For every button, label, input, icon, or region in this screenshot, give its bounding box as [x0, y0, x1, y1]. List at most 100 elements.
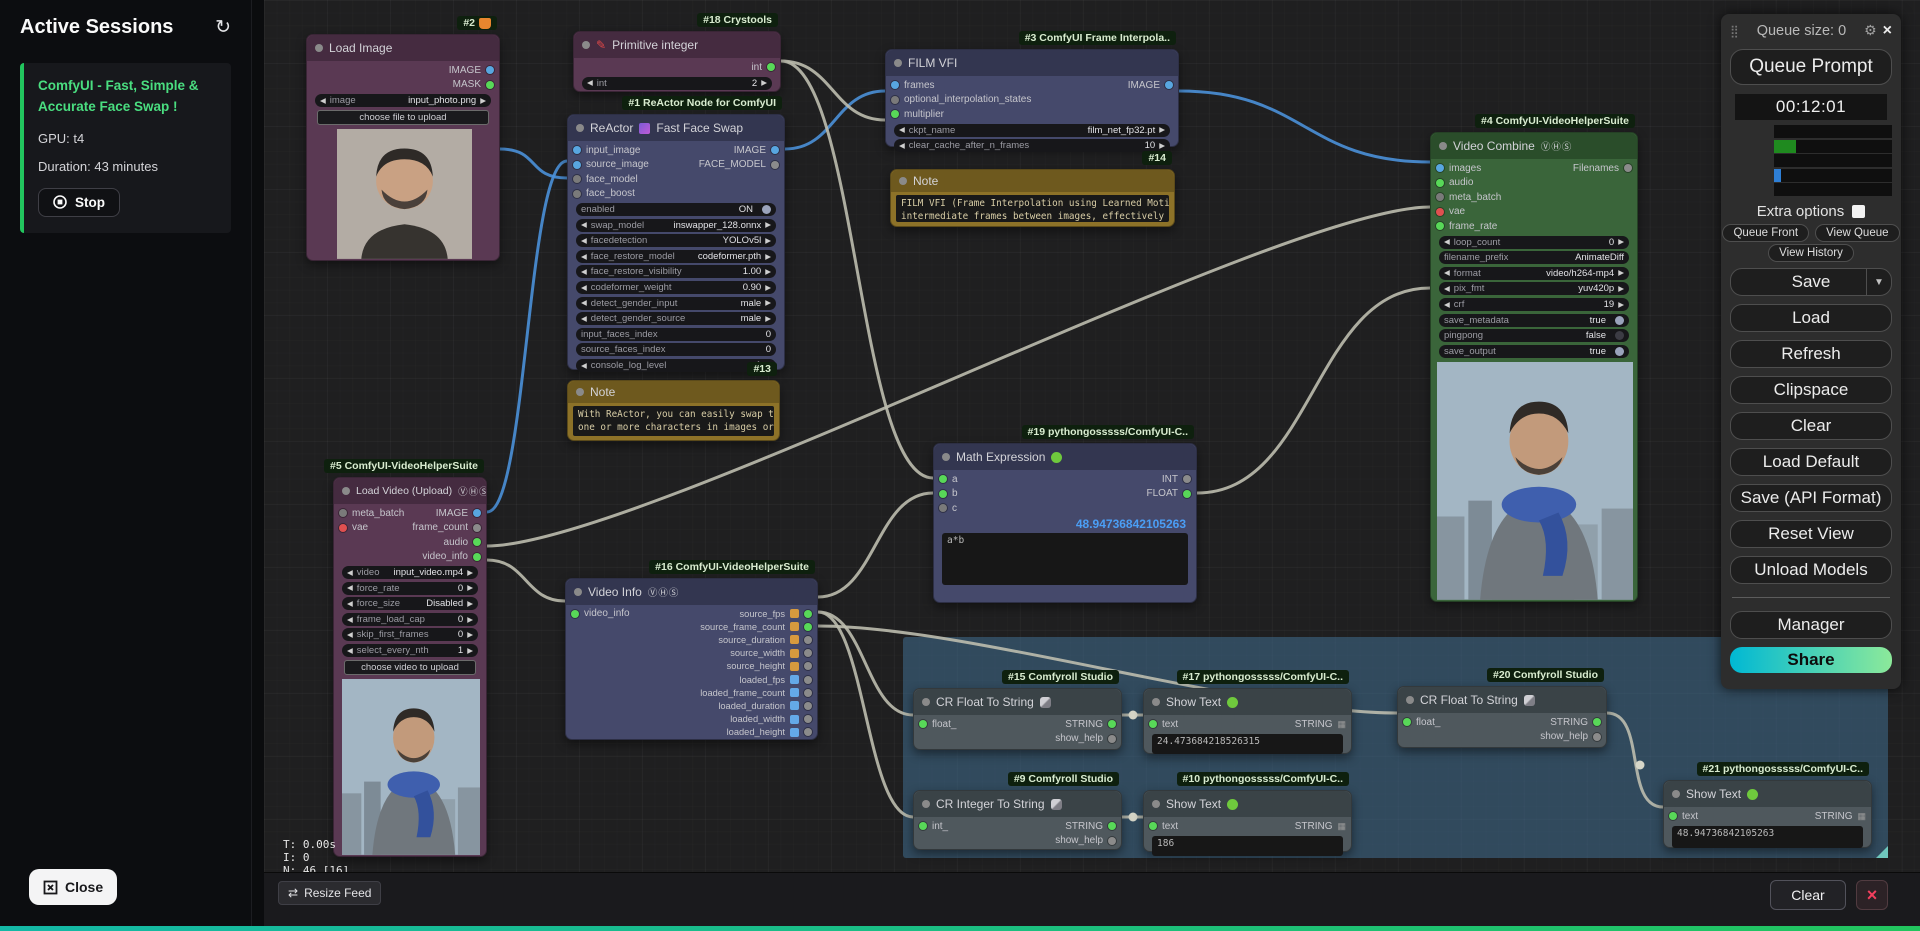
widget-force_size[interactable]: ◀ force_size Disabled ▶ — [342, 597, 478, 611]
input-port-source_image[interactable]: source_image — [573, 158, 649, 173]
input-port-meta_batch[interactable]: meta_batch — [1436, 190, 1501, 205]
widget-int[interactable]: ◀ int 2 ▶ — [582, 76, 772, 90]
input-port-frame_rate[interactable]: frame_rate — [1436, 219, 1497, 234]
node-title-bar[interactable]: Video Info ⓋⒽⓈ — [566, 579, 817, 605]
node-title-bar[interactable]: CR Integer To String — [914, 791, 1121, 817]
widget-source_faces_index[interactable]: source_faces_index 0 — [576, 343, 776, 357]
collapse-dot[interactable] — [899, 177, 907, 185]
output-port-STRING[interactable]: STRING ▦ — [1295, 717, 1346, 732]
widget-detect_gender_source[interactable]: ◀ detect_gender_source male ▶ — [576, 312, 776, 326]
output-port-IMAGE[interactable]: IMAGE — [1128, 78, 1173, 93]
output-port-STRING[interactable]: STRING ▦ — [1815, 809, 1866, 824]
menu-action-refresh[interactable]: Refresh — [1730, 340, 1892, 368]
collapse-dot[interactable] — [1152, 698, 1160, 706]
collapse-dot[interactable] — [342, 487, 350, 495]
right-arrow-icon[interactable]: ▶ — [1618, 285, 1624, 293]
toggle-dot[interactable] — [1615, 331, 1624, 341]
node-title-bar[interactable]: CR Float To String — [1398, 687, 1606, 713]
output-port-IMAGE[interactable]: IMAGE — [436, 506, 481, 521]
left-arrow-icon[interactable]: ◀ — [320, 97, 326, 105]
widget-face_restore_visibility[interactable]: ◀ face_restore_visibility 1.00 ▶ — [576, 265, 776, 279]
input-port-multiplier[interactable]: multiplier — [891, 107, 944, 122]
output-port-source_fps[interactable]: source_fps — [740, 607, 812, 620]
right-arrow-icon[interactable]: ▶ — [467, 569, 473, 577]
input-port-vae[interactable]: vae — [339, 521, 368, 536]
note-text[interactable]: With ReActor, you can easily swap the fa… — [573, 406, 774, 436]
node-title-bar[interactable]: CR Float To String — [914, 689, 1121, 715]
output-port-Filenames[interactable]: Filenames — [1573, 161, 1632, 176]
node-title-bar[interactable]: Show Text — [1664, 781, 1871, 807]
node-video-info[interactable]: #16 ComfyUI-VideoHelperSuite Video Info ⓋⒽ… — [565, 560, 818, 740]
widget-textarea[interactable]: a*b — [942, 532, 1188, 585]
left-arrow-icon[interactable]: ◀ — [581, 315, 587, 323]
widget-button-choose-file-to-upload[interactable]: choose file to upload — [317, 109, 489, 125]
input-port-images[interactable]: images — [1436, 161, 1481, 176]
menu-action-reset-view[interactable]: Reset View — [1730, 520, 1892, 548]
output-port-show_help[interactable]: show_help — [1540, 730, 1601, 745]
widget-swap_model[interactable]: ◀ swap_model inswapper_128.onnx ▶ — [576, 218, 776, 232]
left-arrow-icon[interactable]: ◀ — [581, 299, 587, 307]
output-port-show_help[interactable]: show_help — [1055, 732, 1116, 747]
input-port-face_model[interactable]: face_model — [573, 172, 638, 187]
collapse-dot[interactable] — [1152, 800, 1160, 808]
left-arrow-icon[interactable]: ◀ — [347, 600, 353, 608]
note-text[interactable]: FILM VFI (Frame Interpolation using Lear… — [896, 195, 1169, 222]
node-primitive-integer[interactable]: #18 Crystools ✎ Primitive integer int ◀ int 2 ▶ — [573, 13, 781, 92]
feed-clear-button[interactable]: Clear — [1770, 880, 1846, 910]
collapse-dot[interactable] — [576, 388, 584, 396]
input-port-float_[interactable]: float_ — [919, 717, 956, 732]
toggle-dot[interactable] — [762, 205, 771, 214]
share-button[interactable]: Share — [1730, 647, 1892, 673]
input-port-text[interactable]: text — [1669, 809, 1698, 824]
output-port-source_duration[interactable]: source_duration — [718, 633, 812, 646]
output-port-frame_count[interactable]: frame_count — [412, 521, 481, 536]
node-title-bar[interactable]: Video Combine ⓋⒽⓈ — [1431, 133, 1637, 159]
queue-prompt-button[interactable]: Queue Prompt — [1730, 49, 1892, 85]
graph-canvas[interactable]: #2 Load Image IMAGE MASK ◀ image input_photo.p… — [264, 0, 1920, 926]
node-show-text-17[interactable]: #17 pythongosssss/ComfyUI-C.. Show Text te… — [1143, 670, 1352, 754]
node-load-video[interactable]: #5 ComfyUI-VideoHelperSuite Load Video (U… — [323, 459, 487, 857]
collapse-dot[interactable] — [1672, 790, 1680, 798]
widget-textarea[interactable]: 186 — [1152, 835, 1343, 856]
node-title-bar[interactable]: Math Expression — [934, 444, 1196, 470]
close-button[interactable]: Close — [29, 869, 118, 905]
right-arrow-icon[interactable]: ▶ — [765, 253, 771, 261]
left-arrow-icon[interactable]: ◀ — [347, 631, 353, 639]
node-cr-integer-to-string[interactable]: #9 Comfyroll Studio CR Integer To String i… — [913, 772, 1122, 850]
gear-icon[interactable]: ⚙ — [1864, 22, 1877, 39]
right-arrow-icon[interactable]: ▶ — [1159, 142, 1165, 150]
toggle-dot[interactable] — [1615, 346, 1624, 356]
right-arrow-icon[interactable]: ▶ — [761, 79, 767, 87]
output-port-loaded_height[interactable]: loaded_height — [727, 726, 812, 739]
collapse-dot[interactable] — [1406, 696, 1414, 704]
collapse-dot[interactable] — [315, 44, 323, 52]
left-arrow-icon[interactable]: ◀ — [347, 584, 353, 592]
output-port-IMAGE[interactable]: IMAGE — [449, 63, 494, 78]
node-video-combine[interactable]: #4 ComfyUI-VideoHelperSuite Video Combine… — [1430, 114, 1638, 602]
widget-frame_load_cap[interactable]: ◀ frame_load_cap 0 ▶ — [342, 612, 478, 626]
node-show-text-10[interactable]: #10 pythongosssss/ComfyUI-C.. Show Text te… — [1143, 772, 1352, 856]
widget-pingpong[interactable]: pingpong false — [1439, 329, 1629, 343]
left-arrow-icon[interactable]: ◀ — [1444, 301, 1450, 309]
collapse-dot[interactable] — [922, 698, 930, 706]
output-port-int[interactable]: int — [751, 60, 775, 75]
node-load-image[interactable]: #2 Load Image IMAGE MASK ◀ image input_photo.p… — [306, 16, 500, 261]
left-arrow-icon[interactable]: ◀ — [1444, 285, 1450, 293]
input-port-frames[interactable]: frames — [891, 78, 935, 93]
widget-input_faces_index[interactable]: input_faces_index 0 — [576, 327, 776, 341]
collapse-dot[interactable] — [894, 59, 902, 67]
widget-video[interactable]: ◀ video input_video.mp4 ▶ — [342, 566, 478, 579]
widget-save_output[interactable]: save_output true — [1439, 344, 1629, 358]
node-title-bar[interactable]: Show Text — [1144, 791, 1351, 817]
left-arrow-icon[interactable]: ◀ — [581, 362, 587, 370]
node-title-bar[interactable]: Load Image — [307, 35, 499, 61]
output-port-source_width[interactable]: source_width — [730, 647, 812, 660]
node-title-bar[interactable]: Note — [891, 170, 1174, 192]
output-port-IMAGE[interactable]: IMAGE — [734, 143, 779, 158]
right-arrow-icon[interactable]: ▶ — [467, 647, 473, 655]
right-arrow-icon[interactable]: ▶ — [467, 616, 473, 624]
widget-force_rate[interactable]: ◀ force_rate 0 ▶ — [342, 581, 478, 595]
widget-button-choose-video-to-upload[interactable]: choose video to upload — [344, 659, 476, 675]
right-arrow-icon[interactable]: ▶ — [1618, 238, 1624, 246]
input-port-vae[interactable]: vae — [1436, 205, 1465, 220]
